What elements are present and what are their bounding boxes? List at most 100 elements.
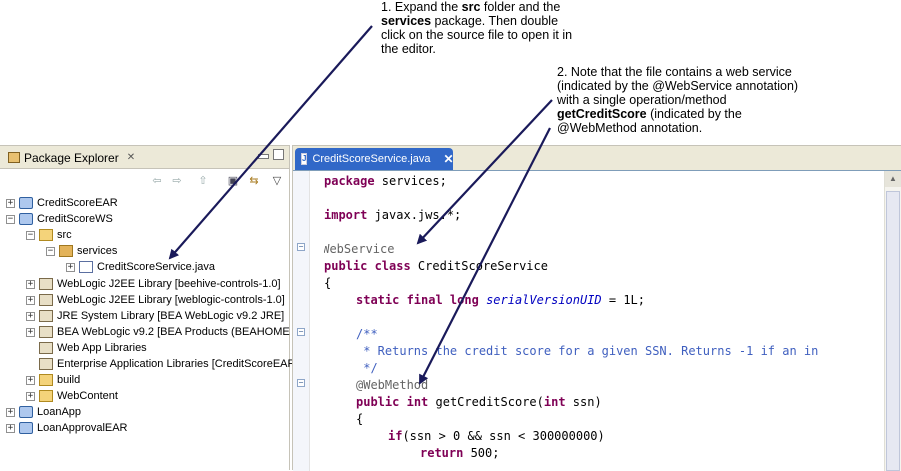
- tree-item-label: CreditScoreService.java: [97, 261, 215, 273]
- tree-item[interactable]: + LoanApp: [6, 404, 81, 420]
- close-icon[interactable]: ✕: [443, 152, 453, 166]
- folder-icon: [39, 374, 53, 386]
- callout-note-1: 1. Expand the src folder and the service…: [381, 0, 611, 56]
- note2-method-bold: getCreditScore: [557, 107, 647, 121]
- tree-item[interactable]: + WebContent: [26, 388, 118, 404]
- maximize-button[interactable]: [273, 149, 284, 160]
- expand-icon[interactable]: +: [26, 327, 35, 337]
- expand-icon[interactable]: +: [26, 375, 35, 385]
- library-icon: [39, 310, 53, 322]
- collapse-all-icon[interactable]: ▣: [226, 173, 240, 187]
- view-menu-icon[interactable]: ▽: [270, 173, 284, 187]
- collapse-icon[interactable]: −: [46, 246, 55, 256]
- tree-item-label: Enterprise Application Libraries [Credit…: [57, 358, 296, 370]
- forward-arrow-icon[interactable]: ⇨: [170, 173, 184, 187]
- fold-collapse-icon[interactable]: −: [297, 243, 305, 251]
- package-explorer-view: Package Explorer ✕ ⇦ ⇨ ⇧ ▣ ⇆ ▽ + CreditSc…: [0, 145, 299, 470]
- package-explorer-tabbar: Package Explorer ✕: [0, 146, 289, 169]
- tab-creditscoreservice-java[interactable]: J CreditScoreService.java ✕: [295, 148, 454, 170]
- tree-item[interactable]: − services: [46, 243, 117, 259]
- tree-item-label: JRE System Library [BEA WebLogic v9.2 JR…: [57, 310, 285, 322]
- expand-icon[interactable]: +: [6, 198, 15, 208]
- tree-item-label: CreditScoreEAR: [37, 197, 118, 209]
- package-icon: [59, 245, 73, 257]
- expand-icon[interactable]: +: [26, 391, 35, 401]
- note2-text: with a single operation/method: [557, 93, 727, 107]
- link-editor-icon[interactable]: ⇆: [247, 173, 261, 187]
- tree-item[interactable]: + CreditScoreService.java: [66, 259, 215, 275]
- up-icon[interactable]: ⇧: [196, 173, 210, 187]
- library-icon: [39, 326, 53, 338]
- tree-item[interactable]: + BEA WebLogic v9.2 [BEA Products (BEAHOM…: [26, 324, 299, 340]
- tree-item[interactable]: Web App Libraries: [26, 340, 147, 356]
- code-line: return 500;: [420, 446, 500, 460]
- tree-item[interactable]: + CreditScoreEAR: [6, 195, 118, 211]
- editor-folding-ruler: − − −: [293, 171, 310, 471]
- tree-item[interactable]: − src: [26, 227, 72, 243]
- scrollbar-thumb[interactable]: [886, 191, 900, 471]
- tree-item-label: WebLogic J2EE Library [weblogic-controls…: [57, 294, 285, 306]
- code-line: {: [356, 412, 364, 426]
- note1-text: 1. Expand the: [381, 0, 462, 14]
- code-line: */: [356, 361, 378, 375]
- tree-item[interactable]: + build: [26, 372, 80, 388]
- note2-text: (indicated by the @WebService annotation…: [557, 79, 799, 93]
- tree-item[interactable]: − CreditScoreWS: [6, 211, 113, 227]
- code-line: public int getCreditScore(int ssn): [356, 395, 602, 409]
- collapse-icon[interactable]: −: [6, 214, 15, 224]
- tree-item[interactable]: + JRE System Library [BEA WebLogic v9.2 J…: [26, 308, 284, 324]
- java-file-icon: J: [301, 153, 308, 165]
- expand-icon[interactable]: +: [66, 262, 75, 272]
- note2-text: (indicated by the: [646, 107, 742, 121]
- java-editor: J CreditScoreService.java ✕ − − − packag…: [292, 145, 901, 471]
- note2-text: 2. Note that the file contains a web ser…: [557, 65, 792, 79]
- editor-tabbar: J CreditScoreService.java ✕: [293, 146, 901, 171]
- tree-item-label: WebLogic J2EE Library [beehive-controls-…: [57, 278, 281, 290]
- code-line: public class CreditScoreService: [324, 259, 548, 273]
- tree-item-label: Web App Libraries: [57, 342, 147, 354]
- code-line: static final long serialVersionUID = 1L;: [356, 293, 646, 307]
- project-icon: [19, 213, 33, 225]
- note1-text: folder and the: [480, 0, 561, 14]
- code-area[interactable]: package services; import javax.jws.*; @W…: [324, 171, 884, 471]
- tab-package-explorer[interactable]: Package Explorer ✕: [2, 147, 141, 168]
- code-line: * Returns the credit score for a given S…: [356, 344, 819, 358]
- expand-icon[interactable]: +: [26, 279, 35, 289]
- code-line: {: [324, 276, 332, 290]
- tree-item-label: LoanApp: [37, 406, 82, 418]
- project-icon: [19, 197, 33, 209]
- collapse-icon[interactable]: −: [26, 230, 35, 240]
- folder-icon: [39, 390, 53, 402]
- tree-item[interactable]: Enterprise Application Libraries [Credit…: [26, 356, 295, 372]
- back-arrow-icon[interactable]: ⇦: [150, 173, 164, 187]
- note2-text: @WebMethod annotation.: [557, 121, 703, 135]
- package-explorer-toolbar: ⇦ ⇨ ⇧ ▣ ⇆ ▽: [0, 169, 289, 191]
- note1-text: package. Then double: [431, 14, 559, 28]
- library-icon: [39, 278, 53, 290]
- close-icon[interactable]: ✕: [127, 152, 135, 163]
- tree-item[interactable]: + WebLogic J2EE Library [beehive-controls…: [26, 276, 281, 292]
- expand-icon[interactable]: +: [6, 407, 15, 417]
- scroll-up-icon[interactable]: ▲: [885, 171, 901, 187]
- expand-icon[interactable]: +: [26, 311, 35, 321]
- project-icon: [19, 406, 33, 418]
- tree-item[interactable]: + LoanApprovalEAR: [6, 420, 128, 436]
- vertical-scrollbar[interactable]: ▲: [884, 171, 901, 471]
- fold-collapse-icon[interactable]: −: [297, 328, 305, 336]
- fold-collapse-icon[interactable]: −: [297, 379, 305, 387]
- tree-item-label: build: [57, 374, 81, 386]
- project-icon: [19, 422, 33, 434]
- tree-item-label: services: [77, 245, 118, 257]
- minimize-button[interactable]: [258, 154, 269, 159]
- code-line: if(ssn > 0 && ssn < 300000000): [388, 429, 605, 443]
- note1-text: click on the source file to open it in: [381, 28, 573, 42]
- package-explorer-icon: [8, 152, 20, 163]
- java-icon: [79, 261, 93, 273]
- code-line: @WebService: [324, 242, 395, 256]
- note1-services-bold: services: [381, 14, 432, 28]
- tree-item[interactable]: + WebLogic J2EE Library [weblogic-control…: [26, 292, 285, 308]
- expand-icon[interactable]: +: [6, 423, 15, 433]
- note1-src-bold: src: [461, 0, 481, 14]
- expand-icon[interactable]: +: [26, 295, 35, 305]
- library-icon: [39, 342, 53, 354]
